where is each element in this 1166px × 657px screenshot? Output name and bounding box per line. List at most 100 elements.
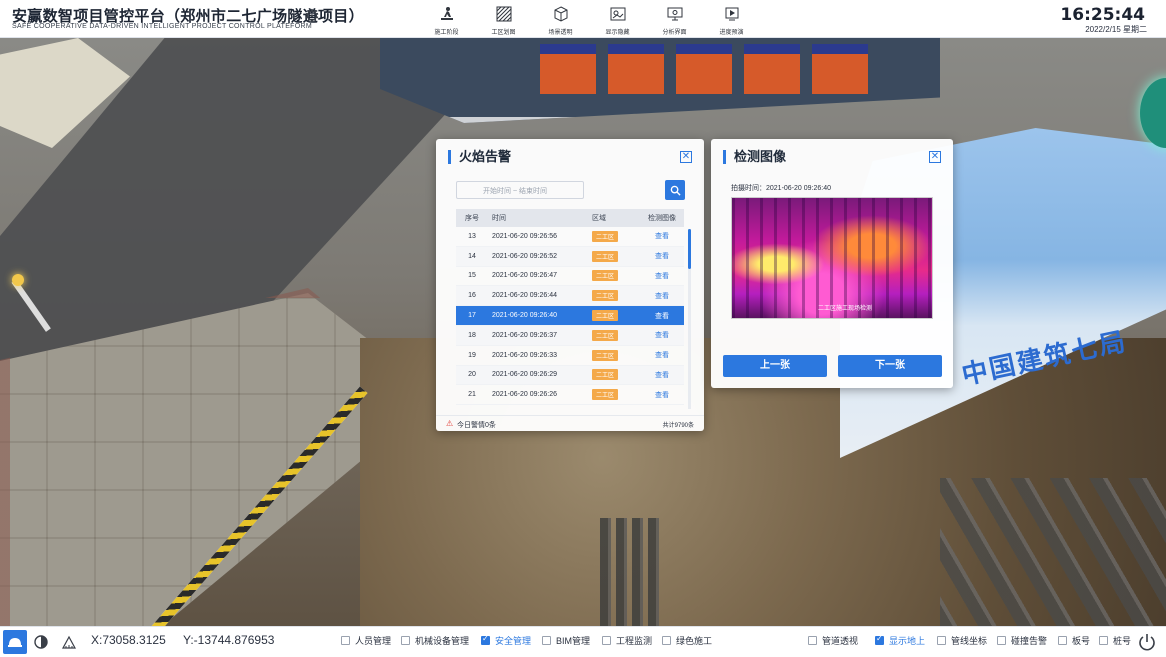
row-time: 2021-06-20 09:26:56 — [492, 232, 557, 240]
table-row[interactable]: 18 2021-06-20 09:26:37 二工区 查看 — [456, 325, 684, 346]
layer-checkbox-2[interactable]: 管线坐标 — [937, 634, 987, 647]
nav-item-construction-stage[interactable]: 施工阶段 — [418, 0, 475, 38]
checkbox-box[interactable] — [1099, 636, 1108, 645]
checkbox-label: 绿色施工 — [676, 636, 713, 646]
date-range-input[interactable]: 开始时间 ~ 结束时间 — [456, 181, 584, 199]
today-alarm-count: 今日警情0条 — [457, 422, 496, 429]
layer-checkbox-3[interactable]: 碰撞告警 — [997, 634, 1047, 647]
row-time: 2021-06-20 09:26:52 — [492, 252, 557, 260]
checkbox-box[interactable] — [875, 634, 884, 645]
row-number: 20 — [468, 371, 476, 379]
alarm-table: 序号 时间 区域 检测图像 13 2021-06-20 09:26:56 二工区 查看… — [456, 209, 684, 406]
checkbox-box[interactable] — [997, 636, 1006, 645]
view-image-link[interactable]: 查看 — [655, 392, 669, 399]
table-row[interactable]: 16 2021-06-20 09:26:44 二工区 查看 — [456, 286, 684, 307]
area-badge: 二工区 — [592, 349, 619, 361]
checkbox-box[interactable] — [808, 636, 817, 645]
table-row[interactable]: 14 2021-06-20 09:26:52 二工区 查看 — [456, 246, 684, 267]
layer-checkbox-1[interactable]: 显示地上 — [875, 634, 925, 647]
nav-label: 施工阶段 — [434, 30, 459, 36]
row-time: 2021-06-20 09:26:44 — [492, 292, 557, 300]
view-image-link[interactable]: 查看 — [655, 332, 669, 339]
view-image-link[interactable]: 查看 — [655, 313, 669, 320]
measure-tool-button[interactable] — [57, 630, 81, 654]
hatch-icon — [496, 6, 511, 22]
checkbox-box[interactable] — [602, 636, 611, 645]
nav-item-scene-transparent[interactable]: 场景透明 — [532, 0, 589, 38]
bottom-bar: X:73058.3125 Y:-13744.876953 人员管理 机械设备管理 安… — [0, 626, 1166, 657]
nav-item-show-hide[interactable]: 显示隐藏 — [589, 0, 646, 38]
nav-label: 分析界面 — [662, 30, 687, 36]
warning-icon: ⚠ — [446, 419, 454, 428]
table-row[interactable]: 17 2021-06-20 09:26:40 二工区 查看 — [456, 306, 684, 326]
table-row[interactable]: 20 2021-06-20 09:26:29 二工区 查看 — [456, 365, 684, 386]
close-icon[interactable]: ✕ — [680, 151, 692, 163]
search-button[interactable] — [665, 180, 685, 200]
worker-icon — [440, 7, 453, 20]
row-image-cell: 查看 — [640, 271, 684, 281]
column-header: 区域 — [592, 215, 606, 222]
gear-icon[interactable]: ⚙ — [302, 6, 322, 26]
table-row[interactable]: 21 2021-06-20 09:26:26 二工区 查看 — [456, 385, 684, 406]
map-marker-icon[interactable] — [1140, 78, 1166, 148]
row-area: 二工区 — [592, 329, 640, 341]
row-time: 2021-06-20 09:26:37 — [492, 331, 557, 339]
previous-image-button[interactable]: 上一张 — [723, 355, 827, 377]
checkbox-box[interactable] — [401, 636, 410, 645]
area-badge: 二工区 — [592, 329, 619, 341]
checkbox-label: 工程监测 — [616, 636, 653, 646]
scrollbar[interactable] — [688, 229, 691, 409]
nav-label: 显示隐藏 — [605, 30, 630, 36]
nav-item-zone-map[interactable]: 工区划图 — [475, 0, 532, 38]
power-icon[interactable] — [1137, 632, 1157, 652]
close-icon[interactable]: ✕ — [929, 151, 941, 163]
row-area: 二工区 — [592, 230, 640, 242]
checkbox-box[interactable] — [341, 636, 350, 645]
nav-item-analysis[interactable]: 分析界面 — [646, 0, 703, 38]
checkbox-box[interactable] — [481, 634, 490, 645]
row-area: 二工区 — [592, 250, 640, 262]
app-subtitle: SAFE COOPERATIVE DATA-DRIVEN INTELLIGENT… — [12, 23, 312, 30]
column-header: 时间 — [492, 215, 506, 222]
row-number: 16 — [468, 292, 476, 300]
layer-checkbox-0[interactable]: 管道透视 — [808, 634, 858, 647]
view-image-link[interactable]: 查看 — [655, 352, 669, 359]
area-badge: 二工区 — [592, 369, 619, 381]
nav-label: 进度预演 — [719, 30, 744, 36]
image-caption: 二工区施工现场检测 — [818, 306, 873, 312]
checkbox-box[interactable] — [662, 636, 671, 645]
view-image-link[interactable]: 查看 — [655, 253, 669, 260]
module-checkbox-2[interactable]: 安全管理 — [481, 634, 531, 647]
checkbox-label: 管道透视 — [822, 636, 859, 646]
view-image-link[interactable]: 查看 — [655, 273, 669, 280]
daylight-tool-button[interactable] — [29, 630, 53, 654]
module-checkbox-0[interactable]: 人员管理 — [341, 634, 391, 647]
module-checkbox-1[interactable]: 机械设备管理 — [401, 634, 469, 647]
module-checkbox-3[interactable]: BIM管理 — [542, 634, 590, 647]
checkbox-box[interactable] — [542, 636, 551, 645]
checkbox-box[interactable] — [1058, 636, 1067, 645]
helmet-icon — [8, 638, 22, 647]
next-image-button[interactable]: 下一张 — [838, 355, 942, 377]
table-row[interactable]: 19 2021-06-20 09:26:33 二工区 查看 — [456, 346, 684, 366]
nav-item-progress-preview[interactable]: 进度预演 — [703, 0, 760, 38]
layer-checkbox-5[interactable]: 桩号 — [1099, 634, 1131, 647]
helmet-tool-button[interactable] — [3, 630, 27, 654]
area-badge: 二工区 — [592, 290, 619, 302]
module-checkbox-4[interactable]: 工程监测 — [602, 634, 652, 647]
row-area: 二工区 — [592, 270, 640, 282]
checkbox-label: 机械设备管理 — [415, 636, 470, 646]
view-image-link[interactable]: 查看 — [655, 233, 669, 240]
scrollbar-thumb[interactable] — [688, 229, 691, 269]
area-badge: 二工区 — [592, 250, 619, 262]
x-coordinate: X:73058.3125 — [91, 633, 166, 647]
checkbox-box[interactable] — [937, 636, 946, 645]
view-image-link[interactable]: 查看 — [655, 293, 669, 300]
view-image-link[interactable]: 查看 — [655, 372, 669, 379]
layer-checkbox-4[interactable]: 板号 — [1058, 634, 1090, 647]
module-checkbox-5[interactable]: 绿色施工 — [662, 634, 712, 647]
panel-title: 火焰告警 — [448, 150, 511, 164]
table-row[interactable]: 15 2021-06-20 09:26:47 二工区 查看 — [456, 267, 684, 287]
checkbox-label: 安全管理 — [495, 636, 532, 646]
table-row[interactable]: 13 2021-06-20 09:26:56 二工区 查看 — [456, 227, 684, 247]
